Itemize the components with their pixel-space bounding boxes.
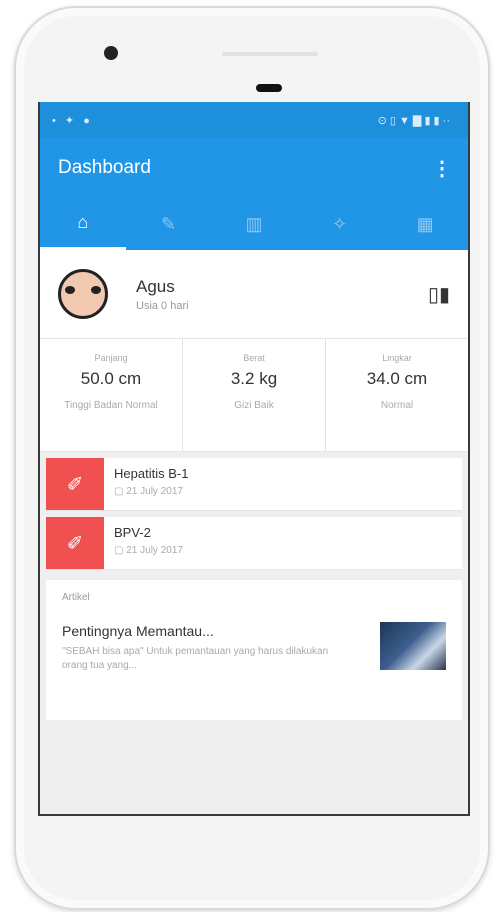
vaccine-date-text: 21 July 2017 xyxy=(126,486,183,497)
status-left: • ✦ ● xyxy=(52,114,96,127)
vaccine-name: Hepatitis B-1 xyxy=(114,466,189,481)
status-icons: ⊙ ▯ ▼ ▇ ▮ ▮ ·· xyxy=(377,114,450,127)
calendar-small-icon: ▢ xyxy=(114,486,127,497)
growth-chart-icon: ▥ xyxy=(245,213,263,234)
settings-notification-icon: ✦ xyxy=(64,114,75,127)
qr-code-icon[interactable]: ▯▮ xyxy=(428,282,450,307)
overflow-menu-icon[interactable]: ⋮ xyxy=(432,156,452,181)
profile-text: Agus Usia 0 hari xyxy=(136,277,428,312)
calendar-icon: ▦ xyxy=(416,213,434,234)
syringe-icon: ✐ xyxy=(46,458,104,510)
stat-label: Berat xyxy=(243,353,265,363)
notification-icon: • xyxy=(52,114,56,127)
stat-head-circumference: Lingkar 34.0 cm Normal xyxy=(326,339,468,451)
child-profile-card[interactable]: Agus Usia 0 hari ▯▮ xyxy=(40,250,468,339)
app-bar: Dashboard ⋮ xyxy=(40,138,468,198)
home-icon: ⌂ xyxy=(77,212,89,232)
status-bar: • ✦ ● ⊙ ▯ ▼ ▇ ▮ ▮ ·· xyxy=(40,102,468,138)
vaccine-date-text: 21 July 2017 xyxy=(126,545,183,556)
article-card[interactable]: Artikel Pentingnya Memantau... "SEBAH bi… xyxy=(46,580,462,720)
tab-bar: ⌂ ✎ ▥ ✧ ▦ xyxy=(40,198,468,250)
location-icon: ● xyxy=(83,114,90,127)
tab-calendar[interactable]: ▦ xyxy=(382,198,468,250)
tab-tools[interactable]: ✧ xyxy=(297,198,383,250)
article-section-label: Artikel xyxy=(62,592,90,603)
status-right: ⊙ ▯ ▼ ▇ ▮ ▮ ·· xyxy=(378,114,456,127)
tools-icon: ✧ xyxy=(332,213,348,234)
stat-note: Tinggi Badan Normal xyxy=(64,400,158,411)
screen: • ✦ ● ⊙ ▯ ▼ ▇ ▮ ▮ ·· Dashboard ⋮ ⌂ ✎ ▥ ✧ xyxy=(38,102,470,816)
vaccine-text: BPV-2 ▢ 21 July 2017 xyxy=(104,517,193,569)
tab-vaccine[interactable]: ✎ xyxy=(126,198,212,250)
article-excerpt: "SEBAH bisa apa" Untuk pemantauan yang h… xyxy=(62,646,329,671)
article-thumbnail xyxy=(380,622,446,670)
vaccine-text: Hepatitis B-1 ▢ 21 July 2017 xyxy=(104,458,198,510)
vaccine-item[interactable]: ✐ Hepatitis B-1 ▢ 21 July 2017 xyxy=(46,458,462,511)
earpiece xyxy=(256,84,282,92)
vaccine-icon: ✎ xyxy=(160,213,176,234)
vaccine-date: ▢ 21 July 2017 xyxy=(114,545,183,556)
tab-home[interactable]: ⌂ xyxy=(40,198,126,250)
vaccine-item[interactable]: ✐ BPV-2 ▢ 21 July 2017 xyxy=(46,517,462,570)
stat-label: Lingkar xyxy=(382,353,412,363)
stat-note: Normal xyxy=(380,400,414,411)
stat-length: Panjang 50.0 cm Tinggi Badan Normal xyxy=(40,339,183,451)
syringe-icon: ✐ xyxy=(46,517,104,569)
tab-growth[interactable]: ▥ xyxy=(211,198,297,250)
child-name: Agus xyxy=(136,276,175,296)
vaccine-date: ▢ 21 July 2017 xyxy=(114,486,188,497)
avatar xyxy=(58,269,108,319)
page-title: Dashboard xyxy=(58,157,151,178)
front-camera xyxy=(104,46,118,60)
stat-note: Gizi Baik xyxy=(234,400,274,411)
stat-value: 3.2 kg xyxy=(230,369,278,388)
phone-frame: • ✦ ● ⊙ ▯ ▼ ▇ ▮ ▮ ·· Dashboard ⋮ ⌂ ✎ ▥ ✧ xyxy=(14,6,490,910)
stat-value: 50.0 cm xyxy=(80,369,142,388)
speaker-grille xyxy=(222,52,318,56)
vaccine-name: BPV-2 xyxy=(114,525,151,540)
stat-label: Panjang xyxy=(94,353,128,363)
stat-value: 34.0 cm xyxy=(366,369,428,388)
growth-stats: Panjang 50.0 cm Tinggi Badan Normal Bera… xyxy=(40,339,468,452)
stat-weight: Berat 3.2 kg Gizi Baik xyxy=(183,339,326,451)
child-age: Usia 0 hari xyxy=(136,299,189,312)
calendar-small-icon: ▢ xyxy=(114,545,127,556)
